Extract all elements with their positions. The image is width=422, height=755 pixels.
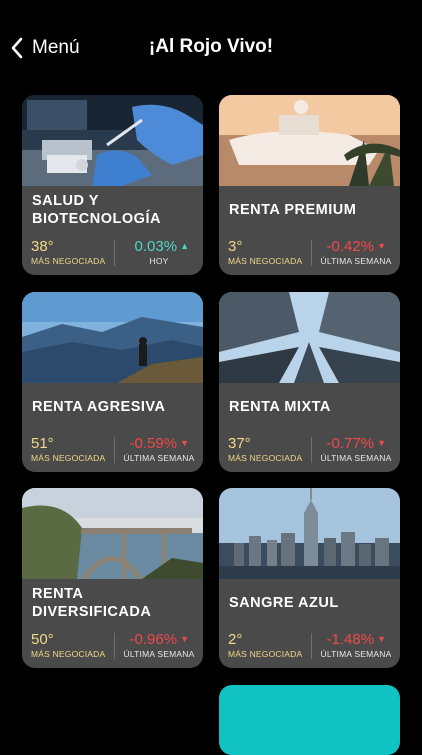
rank-value: 51° — [31, 435, 54, 452]
rank-value: 38° — [31, 238, 54, 255]
rank-label: MÁS NEGOCIADA — [228, 453, 303, 463]
period-label: HOY — [149, 256, 169, 266]
change-value: -0.59% ▼ — [129, 435, 189, 452]
page-title: ¡Al Rojo Vivo! — [148, 36, 274, 57]
period-label: ÚLTIMA SEMANA — [320, 649, 392, 659]
card-image-yacht — [219, 95, 400, 186]
card-renta-agresiva[interactable]: RENTA AGRESIVA 51° MÁS NEGOCIADA -0.59% ▼… — [22, 292, 203, 472]
card-stats: 3° MÁS NEGOCIADA -0.42% ▼ ÚLTIMA SEMANA — [219, 238, 400, 268]
card-salud-biotecnologia[interactable]: SALUD Y BIOTECNOLOGÍA 38° MÁS NEGOCIADA … — [22, 95, 203, 275]
change-value: -0.42% ▼ — [326, 238, 386, 255]
card-image-skyscrapers — [219, 292, 400, 383]
period-label: ÚLTIMA SEMANA — [123, 453, 195, 463]
card-image-skyline — [219, 488, 400, 579]
card-image-lab — [22, 95, 203, 186]
nav-bar: Menú ¡Al Rojo Vivo! — [0, 0, 422, 95]
card-sangre-azul[interactable]: SANGRE AZUL 2° MÁS NEGOCIADA -1.48% ▼ ÚLT… — [219, 488, 400, 668]
card-name: SALUD Y BIOTECNOLOGÍA — [32, 193, 161, 227]
card-stats: 38° MÁS NEGOCIADA 0.03% ▲ HOY — [22, 238, 203, 268]
change-value: -1.48% ▼ — [326, 631, 386, 648]
card-name: RENTA MIXTA — [229, 399, 331, 415]
period-label: ÚLTIMA SEMANA — [320, 256, 392, 266]
triangle-up-icon: ▲ — [180, 241, 189, 251]
card-stats: 37° MÁS NEGOCIADA -0.77% ▼ ÚLTIMA SEMANA — [219, 435, 400, 465]
card-image-bridge — [22, 488, 203, 579]
card-name: RENTA PREMIUM — [229, 202, 357, 218]
card-renta-premium[interactable]: RENTA PREMIUM 3° MÁS NEGOCIADA -0.42% ▼ Ú… — [219, 95, 400, 275]
card-image-mountain — [22, 292, 203, 383]
rank-value: 50° — [31, 631, 54, 648]
rank-label: MÁS NEGOCIADA — [31, 453, 106, 463]
card-renta-mixta[interactable]: RENTA MIXTA 37° MÁS NEGOCIADA -0.77% ▼ ÚL… — [219, 292, 400, 472]
rank-label: MÁS NEGOCIADA — [228, 256, 303, 266]
card-stats: 2° MÁS NEGOCIADA -1.48% ▼ ÚLTIMA SEMANA — [219, 631, 400, 661]
period-label: ÚLTIMA SEMANA — [320, 453, 392, 463]
triangle-down-icon: ▼ — [377, 241, 386, 251]
rank-value: 37° — [228, 435, 251, 452]
triangle-down-icon: ▼ — [180, 438, 189, 448]
card-name: RENTA DIVERSIFICADA — [32, 586, 152, 620]
card-renta-diversificada[interactable]: RENTA DIVERSIFICADA 50° MÁS NEGOCIADA -0… — [22, 488, 203, 668]
rank-label: MÁS NEGOCIADA — [31, 256, 106, 266]
rank-value: 3° — [228, 238, 243, 255]
rank-label: MÁS NEGOCIADA — [31, 649, 106, 659]
change-value: 0.03% ▲ — [134, 238, 189, 255]
change-value: -0.77% ▼ — [326, 435, 386, 452]
partial-card-teal[interactable] — [219, 685, 400, 755]
card-name: RENTA AGRESIVA — [32, 399, 166, 415]
triangle-down-icon: ▼ — [377, 634, 386, 644]
change-value: -0.96% ▼ — [129, 631, 189, 648]
card-name: SANGRE AZUL — [229, 595, 339, 611]
rank-value: 2° — [228, 631, 243, 648]
triangle-down-icon: ▼ — [180, 634, 189, 644]
period-label: ÚLTIMA SEMANA — [123, 649, 195, 659]
card-stats: 51° MÁS NEGOCIADA -0.59% ▼ ÚLTIMA SEMANA — [22, 435, 203, 465]
rank-label: MÁS NEGOCIADA — [228, 649, 303, 659]
triangle-down-icon: ▼ — [377, 438, 386, 448]
card-stats: 50° MÁS NEGOCIADA -0.96% ▼ ÚLTIMA SEMANA — [22, 631, 203, 661]
